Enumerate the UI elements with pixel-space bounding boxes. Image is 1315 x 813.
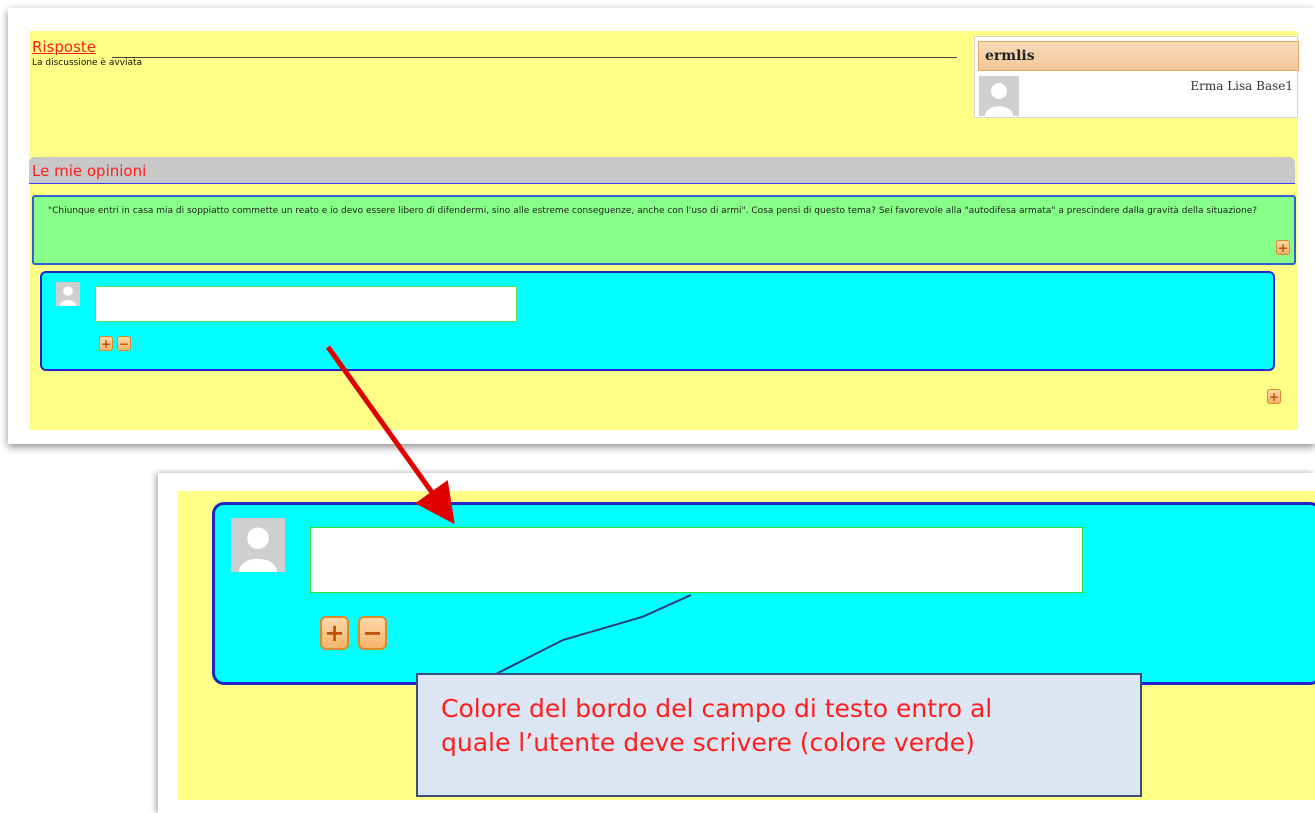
reply-avatar-icon (56, 282, 80, 306)
avatar-silhouette (231, 518, 285, 572)
avatar-silhouette (979, 76, 1019, 116)
callout-line-2: quale l’utente deve scrivere (colore ver… (441, 728, 975, 757)
remove-reply-button[interactable]: − (117, 336, 131, 351)
opinioni-section-header: Le mie opinioni (29, 157, 1295, 184)
question-box: "Chiunque entri in casa mia di soppiatto… (32, 195, 1296, 265)
reply-textarea[interactable] (95, 286, 517, 322)
callout-line-1: Colore del bordo del campo di testo entr… (441, 694, 993, 723)
username-header[interactable]: ermlis (978, 41, 1299, 71)
risposte-divider (112, 57, 957, 58)
minus-icon: − (118, 336, 130, 351)
add-reply-button[interactable]: + (99, 336, 113, 351)
question-expand-button[interactable]: + (1276, 240, 1290, 255)
add-opinion-button[interactable]: + (1267, 389, 1281, 404)
annotated-screenshot: Risposte La discussione è avviata ermlis… (0, 0, 1315, 813)
zoom-avatar-icon (231, 518, 285, 572)
user-card: ermlis Erma Lisa Base1 (974, 36, 1299, 118)
plus-icon: + (100, 336, 112, 351)
plus-icon: + (1268, 389, 1280, 404)
user-full-name: Erma Lisa Base1 (1190, 79, 1293, 93)
plus-icon: + (324, 619, 345, 647)
reply-buttons: + − (99, 336, 131, 351)
question-text: "Chiunque entri in casa mia di soppiatto… (48, 206, 1258, 216)
plus-icon: + (1277, 240, 1289, 255)
discussion-status: La discussione è avviata (32, 58, 143, 68)
reply-box: + − (40, 271, 1275, 371)
avatar-silhouette (56, 282, 80, 306)
annotation-callout: Colore del bordo del campo di testo entr… (416, 673, 1142, 797)
zoom-reply-textarea[interactable] (310, 527, 1083, 593)
zoom-reply-buttons: + − (320, 616, 387, 650)
zoom-add-button[interactable]: + (320, 616, 349, 650)
minus-icon: − (362, 619, 383, 647)
zoom-remove-button[interactable]: − (358, 616, 387, 650)
user-avatar-icon (979, 76, 1019, 116)
risposte-title[interactable]: Risposte (32, 38, 96, 56)
